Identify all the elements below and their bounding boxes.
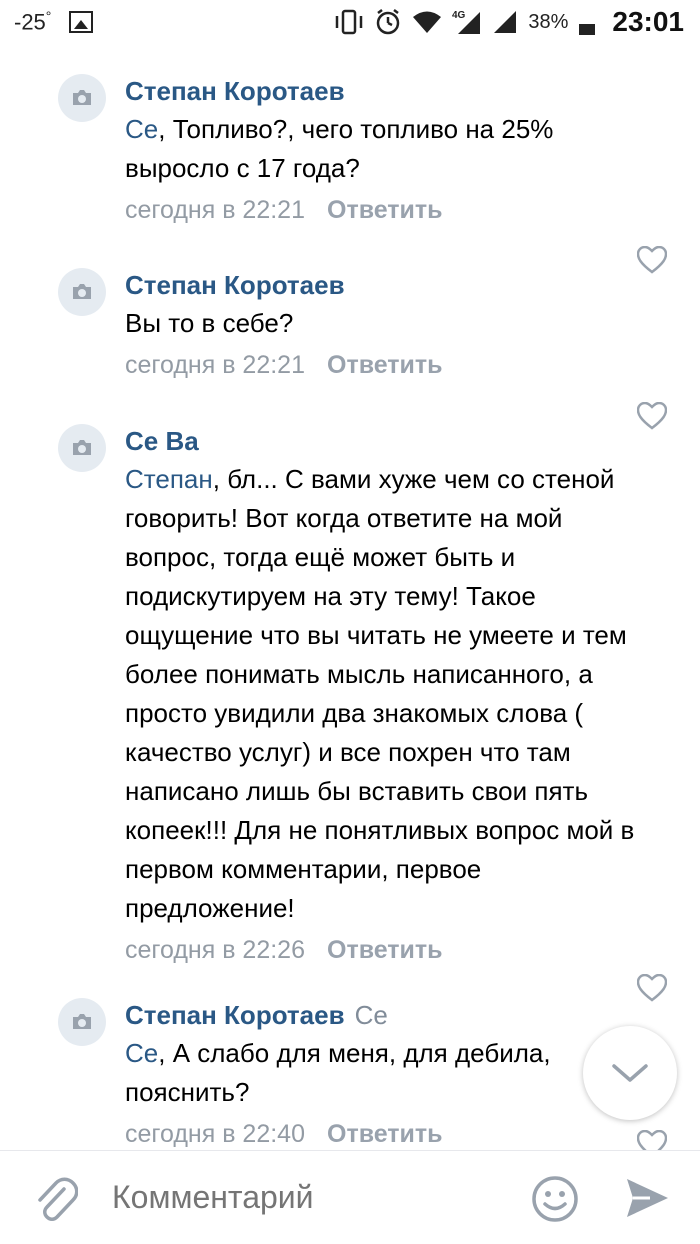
paperclip-icon[interactable] (34, 1177, 78, 1223)
battery-percent: 38% (528, 10, 569, 33)
reply-button[interactable]: Ответить (327, 351, 443, 379)
scroll-down-button[interactable] (583, 1026, 677, 1120)
avatar[interactable] (58, 424, 106, 472)
comment-header: Се Ва (125, 424, 660, 458)
comment-header: Степан Коротаев (125, 268, 660, 302)
author-name[interactable]: Се Ва (125, 426, 199, 456)
clock: 23:01 (612, 6, 684, 37)
reply-button[interactable]: Ответить (327, 936, 443, 964)
temperature-text: -25° (14, 8, 52, 35)
comment-composer (0, 1150, 700, 1244)
comment-header: Степан Коротаев (125, 74, 660, 108)
comment-time: сегодня в 22:26 (125, 936, 305, 964)
reply-button[interactable]: Ответить (327, 196, 443, 224)
author-name[interactable]: Степан Коротаев (125, 76, 345, 106)
battery-icon (579, 24, 596, 35)
camera-icon (73, 284, 91, 299)
cell-signal-4g-icon: 4G (452, 10, 481, 34)
camera-icon (73, 440, 91, 455)
reply-to-name[interactable]: Се (355, 1000, 388, 1030)
avatar[interactable] (58, 268, 106, 316)
mention-link[interactable]: Степан (125, 464, 213, 494)
avatar[interactable] (58, 998, 106, 1046)
comment-meta: сегодня в 22:21 Ответить (125, 347, 660, 383)
comment-text: Се, А слабо для меня, для дебила, поясни… (125, 1038, 551, 1107)
comment-time: сегодня в 22:21 (125, 196, 305, 224)
svg-text:4G: 4G (452, 10, 466, 21)
comment-time: сегодня в 22:21 (125, 351, 305, 379)
cell-signal-icon (494, 11, 517, 33)
mention-link[interactable]: Се (125, 114, 158, 144)
send-icon[interactable] (624, 1176, 670, 1220)
comments-feed[interactable]: Степан Коротаев Се, Топливо?, чего топли… (0, 50, 700, 1150)
comment-time: сегодня в 22:40 (125, 1120, 305, 1148)
camera-icon (73, 1014, 91, 1029)
chevron-down-icon (612, 1064, 648, 1082)
comment-meta: сегодня в 22:40 Ответить (125, 1116, 660, 1150)
comment-text: Вы то в себе? (125, 308, 294, 338)
status-bar: -25° 4G 38% 23:01 (0, 0, 700, 50)
smile-icon[interactable] (531, 1175, 579, 1223)
author-name[interactable]: Степан Коротаев (125, 1000, 345, 1030)
avatar[interactable] (58, 74, 106, 122)
camera-icon (73, 90, 91, 105)
comment-text: Степан, бл... С вами хуже чем со стеной … (125, 464, 635, 923)
author-name[interactable]: Степан Коротаев (125, 270, 345, 300)
mention-link[interactable]: Се (125, 1038, 158, 1068)
vibrate-icon (336, 9, 363, 35)
comment-header: Степан Коротаев Се (125, 998, 660, 1032)
comment-meta: сегодня в 22:26 Ответить (125, 932, 660, 968)
reply-button[interactable]: Ответить (327, 1120, 443, 1148)
like-heart-icon[interactable] (637, 1130, 667, 1150)
comment-meta: сегодня в 22:21 Ответить (125, 192, 660, 228)
comment-text: Се, Топливо?, чего топливо на 25% выросл… (125, 114, 554, 183)
comment-input[interactable] (112, 1179, 512, 1216)
wifi-icon (413, 11, 442, 33)
alarm-icon (377, 9, 400, 35)
image-notification-icon (69, 10, 94, 33)
